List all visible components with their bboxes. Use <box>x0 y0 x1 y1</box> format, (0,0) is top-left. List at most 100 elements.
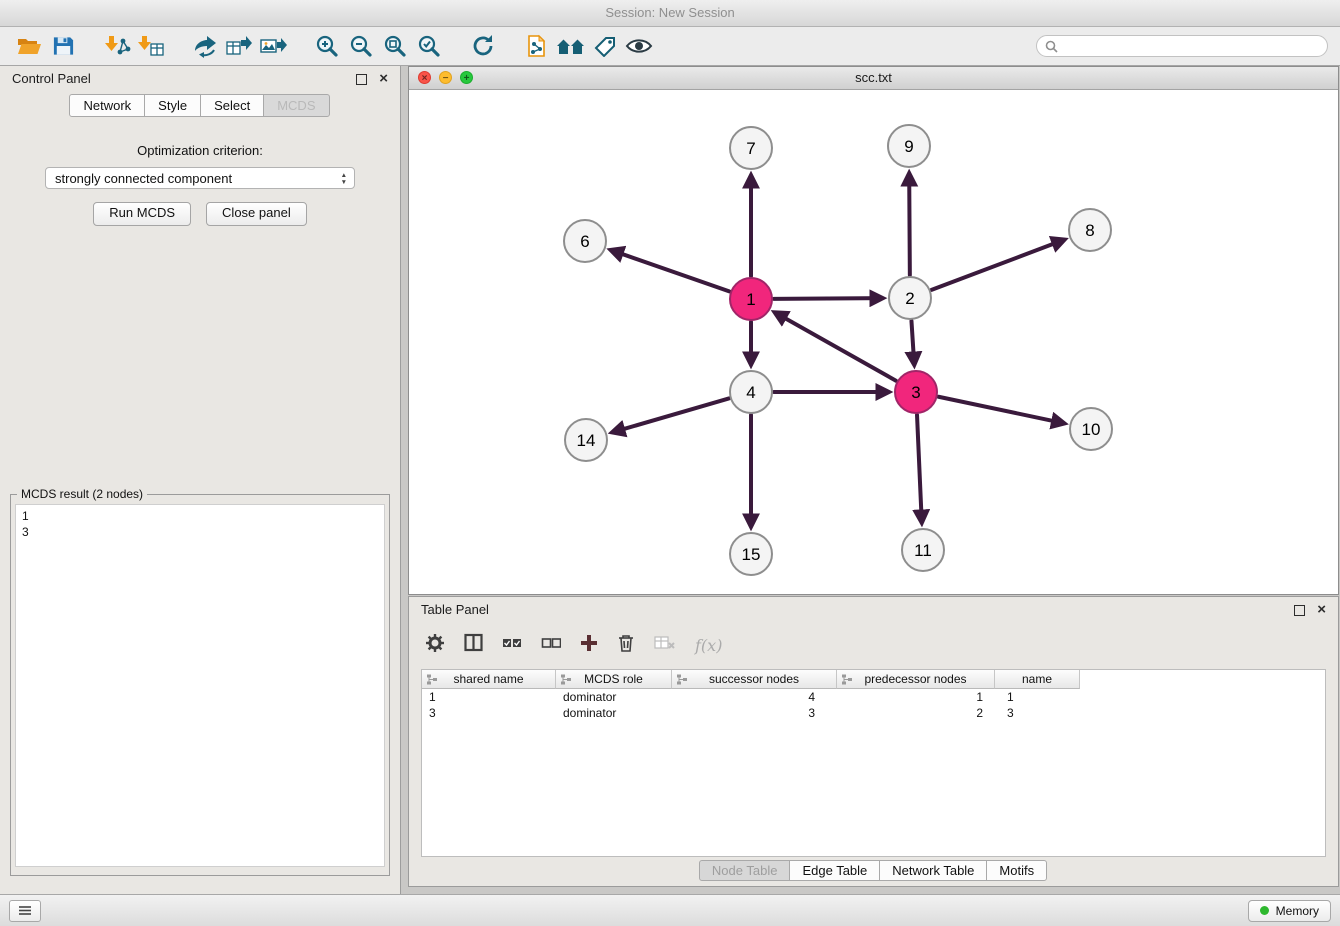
zoom-selected-button[interactable] <box>412 30 446 62</box>
graph-edge-2-8[interactable] <box>932 240 1064 290</box>
open-file-button[interactable] <box>12 30 46 62</box>
refresh-layout-button[interactable] <box>466 30 500 62</box>
table-settings-button[interactable] <box>425 633 445 658</box>
column-header-successor-nodes[interactable]: successor nodes <box>672 670 837 689</box>
document-network-icon <box>525 34 549 58</box>
table-row[interactable]: 1dominator411 <box>422 689 1325 705</box>
copy-network-style-button[interactable] <box>520 30 554 62</box>
table-toolbar: f(x) <box>425 627 722 663</box>
network-canvas[interactable]: 7968124314101511 <box>409 90 1338 595</box>
graph-edge-1-2[interactable] <box>774 298 882 299</box>
run-mcds-button[interactable]: Run MCDS <box>93 202 191 226</box>
table-row[interactable]: 3dominator323 <box>422 705 1325 721</box>
open-folder-icon <box>16 35 42 57</box>
tab-network-table[interactable]: Network Table <box>879 860 987 881</box>
network-view-window: × − + scc.txt 7968124314101511 <box>408 66 1339 595</box>
show-columns-button[interactable] <box>464 633 483 657</box>
column-header-name[interactable]: name <box>995 670 1080 689</box>
curved-arrows-icon <box>192 34 218 58</box>
export-network-button[interactable] <box>188 30 222 62</box>
task-history-button[interactable] <box>9 900 41 922</box>
column-header-predecessor-nodes[interactable]: predecessor nodes <box>837 670 995 689</box>
graph-node-label: 10 <box>1082 420 1101 439</box>
graph-edge-3-11[interactable] <box>917 415 922 522</box>
tab-network[interactable]: Network <box>69 94 145 117</box>
show-graphics-details-button[interactable] <box>622 30 656 62</box>
table-cell: dominator <box>556 689 672 705</box>
close-panel-icon[interactable]: × <box>1317 603 1326 617</box>
status-bar: Memory <box>0 894 1340 926</box>
toolbar-separator <box>500 46 520 47</box>
close-panel-icon[interactable]: × <box>379 72 388 86</box>
tab-mcds[interactable]: MCDS <box>263 94 329 117</box>
select-arrows-icon: ▲▼ <box>341 172 347 186</box>
close-window-icon[interactable]: × <box>418 71 431 84</box>
select-all-columns-button[interactable] <box>502 635 522 656</box>
delete-table-icon <box>654 634 676 652</box>
list-icon <box>18 905 32 916</box>
control-panel: Control Panel × Network Style Select MCD… <box>0 66 401 894</box>
export-table-button[interactable] <box>222 30 256 62</box>
window-titlebar: Session: New Session <box>0 0 1340 27</box>
application-window: Session: New Session <box>0 0 1340 926</box>
table-panel-header: Table Panel × <box>409 597 1338 623</box>
memory-status-icon <box>1260 906 1269 915</box>
graph-edge-3-10[interactable] <box>939 397 1064 423</box>
delete-column-button[interactable] <box>617 633 635 658</box>
minimize-window-icon[interactable]: − <box>439 71 452 84</box>
graph-edge-2-3[interactable] <box>911 321 914 364</box>
unselect-all-columns-button[interactable] <box>541 635 561 656</box>
mcds-result-list[interactable]: 1 3 <box>15 504 385 867</box>
graph-node-label: 9 <box>904 137 913 156</box>
zoom-fit-icon <box>382 34 408 58</box>
tab-style[interactable]: Style <box>144 94 201 117</box>
close-panel-button[interactable]: Close panel <box>206 202 307 226</box>
toolbar-separator <box>80 46 100 47</box>
unchecked-boxes-icon <box>541 635 561 651</box>
tab-edge-table[interactable]: Edge Table <box>789 860 880 881</box>
toolbar-separator <box>290 46 310 47</box>
tab-node-table[interactable]: Node Table <box>699 860 791 881</box>
search-icon <box>1045 40 1058 53</box>
tab-motifs[interactable]: Motifs <box>986 860 1047 881</box>
import-network-button[interactable] <box>100 30 134 62</box>
function-builder-button[interactable]: f(x) <box>695 636 722 655</box>
float-panel-icon[interactable] <box>1294 605 1305 616</box>
toolbar-separator <box>446 46 466 47</box>
zoom-in-button[interactable] <box>310 30 344 62</box>
create-column-button[interactable] <box>580 634 598 657</box>
graph-edge-2-9[interactable] <box>909 174 910 275</box>
home-button[interactable] <box>554 30 588 62</box>
zoom-out-button[interactable] <box>344 30 378 62</box>
network-window-title: scc.txt <box>855 70 892 85</box>
graph-edge-3-1[interactable] <box>775 313 896 381</box>
optimization-criterion-select[interactable]: strongly connected component ▲▼ <box>45 167 355 189</box>
tab-select[interactable]: Select <box>200 94 264 117</box>
toolbar-search-box[interactable] <box>1036 35 1328 57</box>
memory-button[interactable]: Memory <box>1248 900 1331 922</box>
zoom-out-icon <box>348 34 374 58</box>
table-cell: 2 <box>837 705 995 721</box>
import-table-button[interactable] <box>134 30 168 62</box>
mcds-result-title: MCDS result (2 nodes) <box>17 487 147 501</box>
search-input[interactable] <box>1064 38 1319 55</box>
table-body: 1dominator4113dominator323 <box>422 689 1325 721</box>
float-panel-icon[interactable] <box>356 74 367 85</box>
save-session-button[interactable] <box>46 30 80 62</box>
zoom-fit-button[interactable] <box>378 30 412 62</box>
memory-label: Memory <box>1276 904 1319 918</box>
delete-table-button[interactable] <box>654 634 676 657</box>
table-panel: Table Panel × <box>408 596 1339 887</box>
export-image-icon <box>259 34 287 58</box>
graph-edge-4-14[interactable] <box>613 398 729 432</box>
column-header-mcds-role[interactable]: MCDS role <box>556 670 672 689</box>
graph-edge-1-6[interactable] <box>611 250 729 291</box>
export-image-button[interactable] <box>256 30 290 62</box>
column-header-shared-name[interactable]: shared name <box>422 670 556 689</box>
graph-node-label: 4 <box>746 383 755 402</box>
table-panel-title: Table Panel <box>421 602 489 617</box>
gear-icon <box>425 633 445 653</box>
zoom-selected-icon <box>416 34 442 58</box>
apply-style-button[interactable] <box>588 30 622 62</box>
maximize-window-icon[interactable]: + <box>460 71 473 84</box>
